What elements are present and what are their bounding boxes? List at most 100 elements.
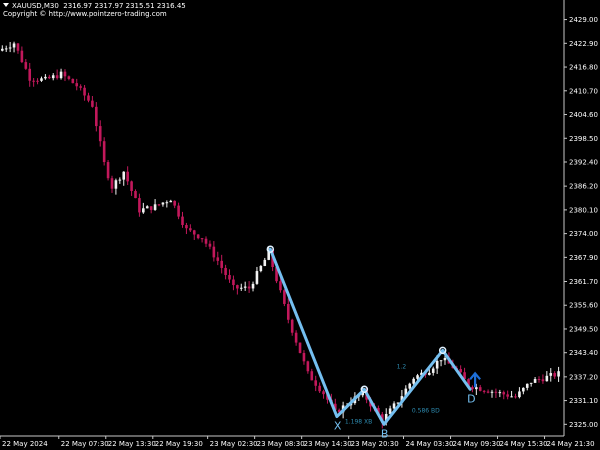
pattern-point-label: B	[381, 427, 389, 440]
candle-body	[314, 380, 318, 386]
candle-body	[173, 200, 176, 206]
candle-body	[32, 80, 35, 82]
candle-body	[145, 206, 149, 209]
pattern-point-label: X	[334, 420, 342, 433]
candle-body	[263, 259, 267, 266]
candle-body	[169, 200, 173, 203]
candle-body	[443, 357, 447, 361]
candle-body	[8, 47, 12, 49]
candle-body	[525, 383, 529, 388]
candle-body	[439, 360, 443, 362]
time-tick-label: 24 May 21:30	[547, 440, 595, 448]
chart-frame[interactable]: 2429.00 2422.90 2416.80 2410.70 2404.60 2398.…	[0, 0, 600, 450]
candle-body	[255, 271, 259, 284]
time-tick-label: 24 May 15:30	[500, 440, 548, 448]
candle-body	[24, 62, 28, 69]
time-tick-label: 23 May 14:30	[304, 440, 352, 448]
candle-body	[106, 162, 110, 179]
candle-body	[428, 372, 431, 375]
candle-body	[181, 216, 184, 226]
candle-body	[114, 180, 118, 189]
candle-body	[204, 238, 208, 244]
dropdown-triangle-icon[interactable]	[3, 3, 9, 7]
candle-body	[298, 342, 302, 353]
time-tick-label: 23 May 08:30	[257, 440, 305, 448]
candle-body	[251, 283, 255, 289]
candle-body	[40, 78, 43, 81]
price-tick-label: 2416.80	[569, 64, 598, 72]
candle-body	[55, 75, 59, 79]
ratio-label: 1.2	[397, 363, 407, 370]
candle-body	[192, 230, 196, 235]
candle-body	[482, 390, 486, 392]
price-chart[interactable]: 2429.00 2422.90 2416.80 2410.70 2404.60 2398.…	[0, 0, 600, 450]
candle-body	[518, 391, 521, 398]
candle-body	[286, 303, 290, 320]
time-tick-label: 22 May 19:30	[155, 440, 203, 448]
candle-body	[177, 205, 180, 217]
time-tick-label: 22 May 2024	[2, 440, 48, 448]
candle-body	[126, 171, 129, 182]
time-tick-label: 23 May 02:30	[210, 440, 258, 448]
copyright-text: Copyright © http://www.pointzero-trading…	[3, 10, 167, 18]
candle-body	[216, 257, 220, 261]
candle-body	[416, 375, 419, 379]
candle-body	[134, 191, 137, 199]
candle-body	[435, 360, 439, 369]
candle-body	[541, 379, 545, 382]
price-tick-label: 2374.00	[569, 230, 598, 238]
candle-body	[36, 80, 39, 82]
price-tick-label: 2361.70	[569, 278, 598, 286]
candle-body	[161, 202, 165, 205]
candle-body	[44, 76, 47, 79]
candle-body	[310, 371, 314, 381]
candle-body	[212, 246, 216, 258]
candle-body	[412, 378, 415, 384]
time-tick-label: 24 May 09:30	[453, 440, 501, 448]
candle-body	[102, 141, 106, 163]
candle-body	[529, 382, 533, 384]
candle-body	[478, 387, 482, 391]
pattern-line	[268, 247, 472, 426]
time-tick-label: 22 May 07:30	[61, 440, 109, 448]
price-tick-label: 2343.40	[569, 349, 598, 357]
candle-body	[130, 181, 133, 192]
candle-body	[138, 198, 141, 213]
candle-body	[153, 204, 157, 210]
candle-body	[486, 391, 490, 393]
candle-body	[228, 275, 231, 280]
candle-body	[502, 392, 506, 395]
candle-body	[294, 332, 298, 343]
price-tick-label: 2331.10	[569, 397, 598, 405]
candle-body	[67, 76, 71, 79]
price-tick-label: 2398.50	[569, 135, 598, 143]
candle-body	[122, 171, 126, 180]
price-tick-label: 2392.40	[569, 159, 598, 167]
price-tick-label: 2410.70	[569, 87, 598, 95]
candle-body	[247, 286, 251, 289]
candle-body	[557, 371, 560, 377]
candle-body	[514, 396, 517, 398]
candle-body	[431, 368, 435, 373]
candle-body	[149, 206, 153, 210]
candle-body	[63, 71, 67, 77]
candle-body	[48, 76, 51, 79]
candle-body	[79, 86, 82, 88]
candle-body	[545, 375, 549, 382]
candle-body	[16, 43, 20, 51]
candle-body	[302, 352, 306, 362]
candle-body	[157, 204, 161, 206]
candle-body	[200, 238, 204, 240]
candle-body	[220, 260, 223, 268]
candle-body	[12, 43, 16, 48]
candle-body	[494, 391, 498, 393]
candle-body	[243, 286, 247, 288]
candle-body	[408, 383, 412, 389]
price-tick-label: 2337.20	[569, 373, 598, 381]
candle-body	[189, 228, 192, 231]
symbol-label: XAUUSD,M30	[12, 2, 59, 10]
candle-body	[459, 369, 462, 373]
time-tick-label: 24 May 03:30	[406, 440, 454, 448]
candle-body	[322, 391, 325, 395]
candle-body	[165, 202, 169, 204]
